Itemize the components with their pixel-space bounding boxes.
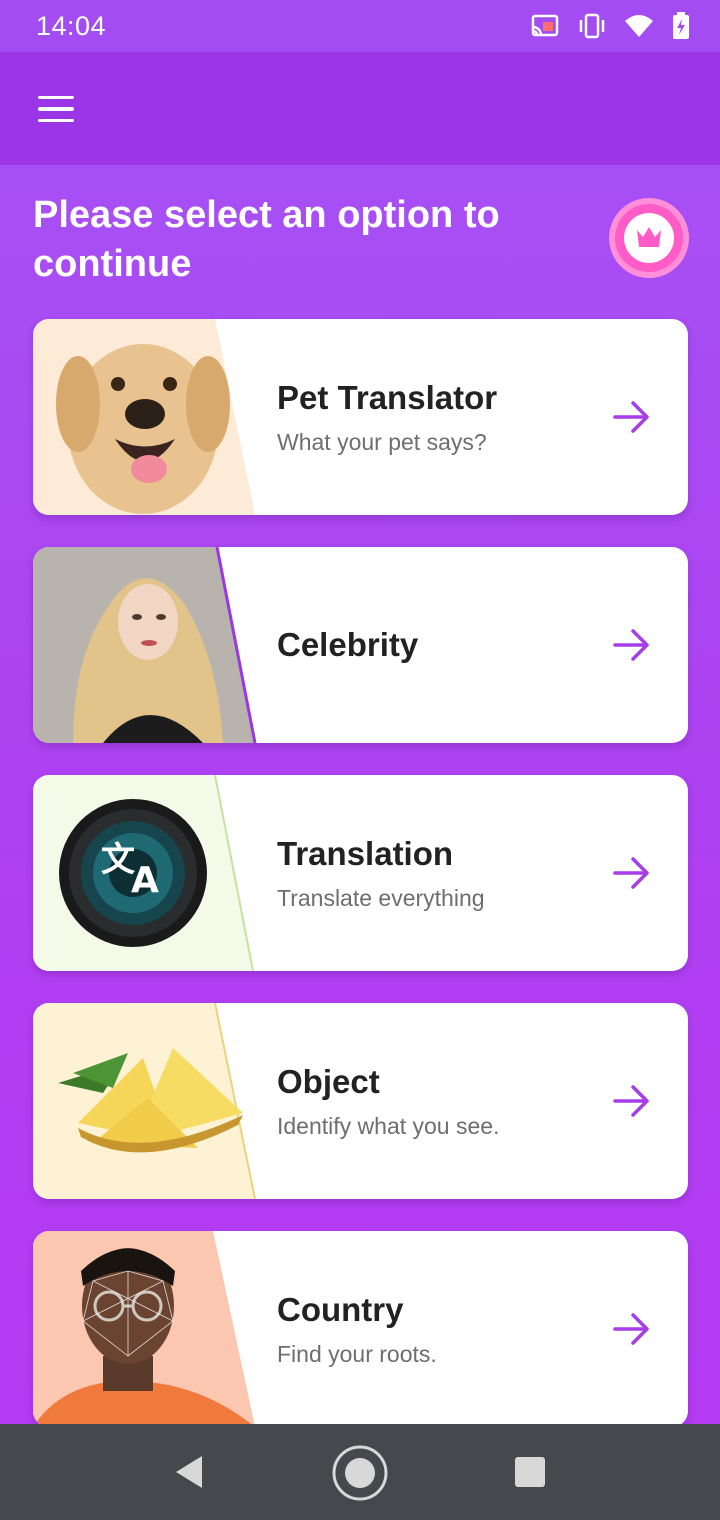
card-title: Pet Translator xyxy=(277,379,498,416)
hamburger-menu-icon[interactable] xyxy=(28,86,84,132)
svg-text:A: A xyxy=(131,860,159,901)
arrow-right-icon xyxy=(613,1313,649,1345)
arrow-right-icon xyxy=(613,401,649,433)
vibrate-icon xyxy=(579,13,605,39)
card-subtitle: Identify what you see. xyxy=(277,1113,500,1139)
translate-lens-icon: 文 A xyxy=(33,775,263,971)
app-bar xyxy=(0,52,720,165)
card-subtitle: Translate everything xyxy=(277,885,485,911)
face-scan-portrait xyxy=(33,1231,263,1427)
card-subtitle: What your pet says? xyxy=(277,429,487,455)
option-card-object[interactable]: Object Identify what you see. xyxy=(33,1003,688,1199)
status-time: 14:04 xyxy=(36,10,107,41)
premium-button[interactable] xyxy=(608,197,690,279)
status-icons xyxy=(530,12,690,40)
option-card-pet-translator[interactable]: Pet Translator What your pet says? xyxy=(33,319,688,515)
option-card-country[interactable]: Country Find your roots. xyxy=(33,1231,688,1427)
celebrity-portrait xyxy=(33,547,263,743)
arrow-right-icon xyxy=(613,1085,649,1117)
system-nav-bar xyxy=(0,1424,720,1520)
option-card-celebrity[interactable]: Celebrity xyxy=(33,547,688,743)
card-title: Country xyxy=(277,1291,404,1328)
cast-icon xyxy=(531,14,559,37)
svg-text:文: 文 xyxy=(101,840,135,880)
status-bar: 14:04 xyxy=(0,0,720,52)
card-title: Object xyxy=(277,1063,380,1100)
card-title: Translation xyxy=(277,835,454,872)
pineapple-photo xyxy=(33,1003,263,1199)
arrow-right-icon xyxy=(613,857,649,889)
card-subtitle: Find your roots. xyxy=(277,1341,437,1367)
wifi-icon xyxy=(625,15,653,37)
back-icon[interactable] xyxy=(170,1452,210,1492)
home-icon[interactable] xyxy=(331,1444,389,1502)
dog-photo xyxy=(33,319,263,515)
crown-icon xyxy=(609,198,689,278)
battery-charging-icon xyxy=(673,12,689,39)
card-title: Celebrity xyxy=(277,626,419,663)
page-title: Please select an option to continue xyxy=(33,194,500,285)
recents-icon[interactable] xyxy=(513,1455,547,1489)
arrow-right-icon xyxy=(613,629,649,661)
option-card-translation[interactable]: 文 A Translation Translate everything xyxy=(33,775,688,971)
